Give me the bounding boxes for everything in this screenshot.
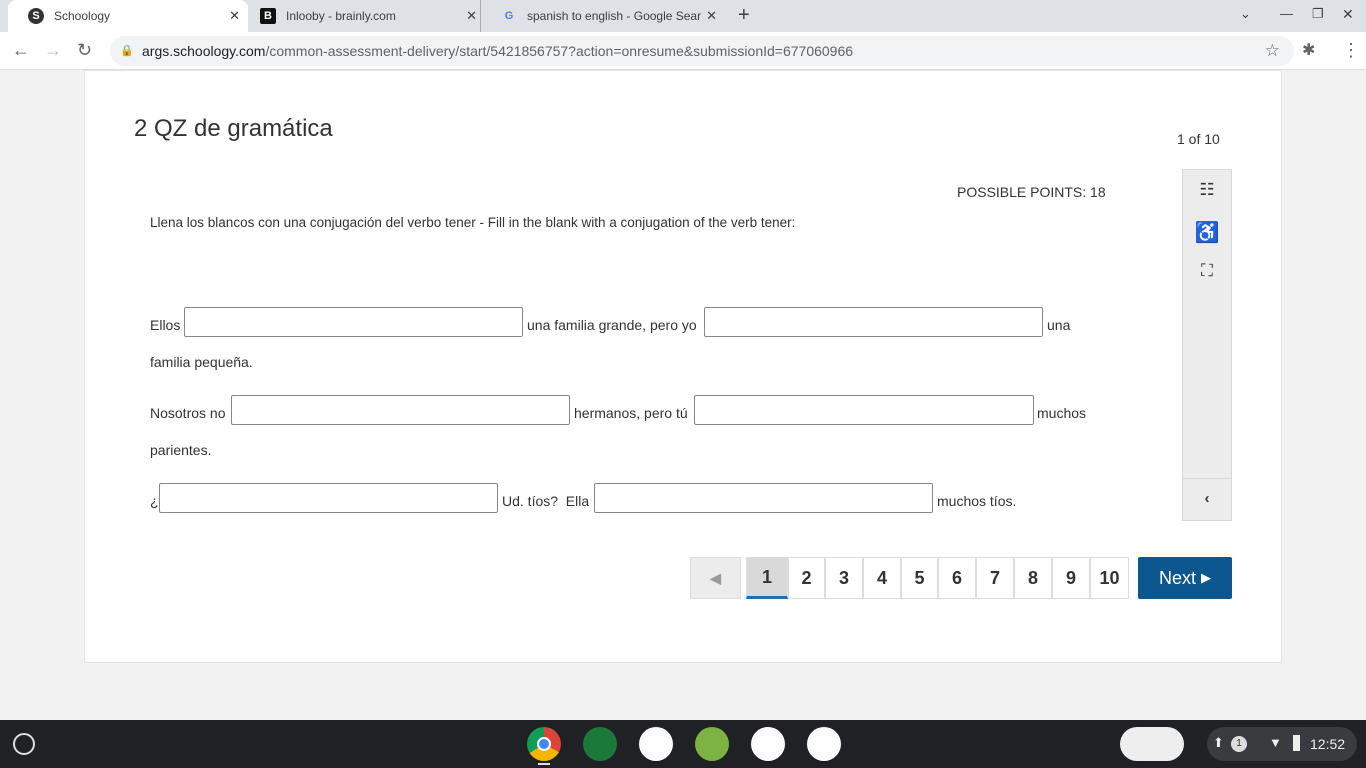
sentence-text: hermanos, pero tú: [574, 405, 688, 421]
brainly-icon: B: [260, 8, 276, 24]
sentence-text: Ellos: [150, 317, 181, 333]
address-bar-row: ← → ↻ 🔒 args.schoology.com/common-assessm…: [0, 32, 1366, 70]
page-button-10[interactable]: 10: [1090, 557, 1129, 599]
close-icon[interactable]: ✕: [706, 8, 717, 24]
reload-icon[interactable]: ↻: [77, 40, 92, 61]
bookmark-star-icon[interactable]: ☆: [1265, 36, 1280, 66]
new-tab-button[interactable]: +: [738, 4, 750, 27]
page-button-5[interactable]: 5: [901, 557, 938, 599]
page-button-2[interactable]: 2: [788, 557, 825, 599]
url-path: /common-assessment-delivery/start/542185…: [265, 43, 854, 59]
evernote-app-icon[interactable]: [695, 727, 729, 761]
sentence-text: Ud. tíos? Ella: [502, 493, 590, 509]
tab-title: Inlooby - brainly.com: [286, 9, 396, 23]
page-button-9[interactable]: 9: [1052, 557, 1090, 599]
collapse-chevron-icon[interactable]: ‹: [1183, 490, 1231, 507]
tab-schoology[interactable]: S Schoology ✕: [8, 0, 248, 32]
sentence-text: parientes.: [150, 442, 212, 458]
tab-title: spanish to english - Google Sear: [527, 9, 702, 23]
tab-title: Schoology: [54, 9, 111, 23]
url-host: args.schoology.com: [142, 43, 266, 59]
close-icon[interactable]: ✕: [466, 8, 477, 24]
tab-brainly[interactable]: B Inlooby - brainly.com ✕: [240, 0, 485, 32]
possible-points: POSSIBLE POINTS: 18: [957, 184, 1106, 200]
instructions: Llena los blancos con una conjugación de…: [150, 215, 796, 230]
tool-sidebar: ☷ ♿ ⛶ ‹: [1182, 169, 1232, 521]
lock-icon: 🔒: [120, 45, 134, 57]
launcher-icon[interactable]: [13, 733, 35, 755]
upload-icon: ⬆: [1213, 735, 1224, 750]
notification-count: 1: [1231, 736, 1247, 752]
status-tray[interactable]: ⬆ 1 ▼ 12:52: [1207, 727, 1357, 761]
answer-input-5[interactable]: [159, 483, 498, 513]
question-progress: 1 of 10: [1177, 131, 1220, 147]
page-button-8[interactable]: 8: [1014, 557, 1052, 599]
caret-right-icon: ▶: [1201, 570, 1212, 585]
sentence-text: una: [1047, 317, 1071, 333]
answer-input-4[interactable]: [694, 395, 1034, 425]
sentence-text: muchos tíos.: [937, 493, 1017, 509]
url-input[interactable]: 🔒 args.schoology.com/common-assessment-de…: [110, 36, 1294, 66]
battery-icon: [1293, 735, 1300, 751]
minimize-icon[interactable]: —: [1280, 6, 1293, 21]
answer-input-6[interactable]: [594, 483, 933, 513]
graph-app-icon[interactable]: [639, 727, 673, 761]
page-button-7[interactable]: 7: [976, 557, 1014, 599]
next-button[interactable]: Next ▶: [1138, 557, 1232, 599]
chrome-app-icon[interactable]: [527, 727, 561, 761]
sentence-text: muchos: [1037, 405, 1087, 421]
maximize-icon[interactable]: ❐: [1312, 6, 1324, 22]
schoology-icon: S: [28, 8, 44, 24]
answer-input-1[interactable]: [184, 307, 523, 337]
page-button-3[interactable]: 3: [825, 557, 863, 599]
extensions-icon[interactable]: ✱: [1302, 40, 1315, 60]
google-icon: G: [504, 10, 514, 22]
sentence-text: ¿: [150, 493, 159, 509]
page-button-6[interactable]: 6: [938, 557, 976, 599]
previous-button[interactable]: ◀: [690, 557, 741, 599]
close-icon[interactable]: ✕: [229, 8, 240, 24]
answer-input-3[interactable]: [231, 395, 570, 425]
tab-search-icon[interactable]: ⌄: [1240, 6, 1251, 22]
menu-icon[interactable]: ⋮: [1342, 40, 1360, 61]
holding-space-icon[interactable]: [1120, 727, 1184, 761]
next-label: Next: [1158, 567, 1196, 588]
accessibility-icon[interactable]: ♿: [1183, 220, 1231, 245]
wifi-icon: ▼: [1269, 735, 1282, 750]
tab-google[interactable]: Gspanish to english - Google Sear ✕: [480, 0, 725, 32]
fullscreen-icon[interactable]: ⛶: [1183, 261, 1231, 281]
sentence-text: familia pequeña.: [150, 354, 253, 370]
sentence-text: una familia grande, pero yo: [527, 317, 697, 333]
answer-input-2[interactable]: [704, 307, 1043, 337]
page-button-1[interactable]: 1: [746, 557, 788, 599]
geogebra-app-icon[interactable]: [583, 727, 617, 761]
clock: 12:52: [1310, 736, 1346, 752]
sentence-text: Nosotros no: [150, 405, 226, 421]
back-icon[interactable]: ←: [12, 40, 30, 61]
question-list-icon[interactable]: ☷: [1183, 180, 1231, 200]
forward-icon[interactable]: →: [44, 40, 62, 61]
spectrum-app-icon[interactable]: [807, 727, 841, 761]
page-title: 2 QZ de gramática: [134, 115, 333, 142]
pearson-app-icon[interactable]: [751, 727, 785, 761]
tab-strip: S Schoology ✕ B Inlooby - brainly.com ✕ Gspa…: [0, 0, 1366, 32]
page-button-4[interactable]: 4: [863, 557, 901, 599]
close-window-icon[interactable]: ✕: [1342, 6, 1354, 23]
